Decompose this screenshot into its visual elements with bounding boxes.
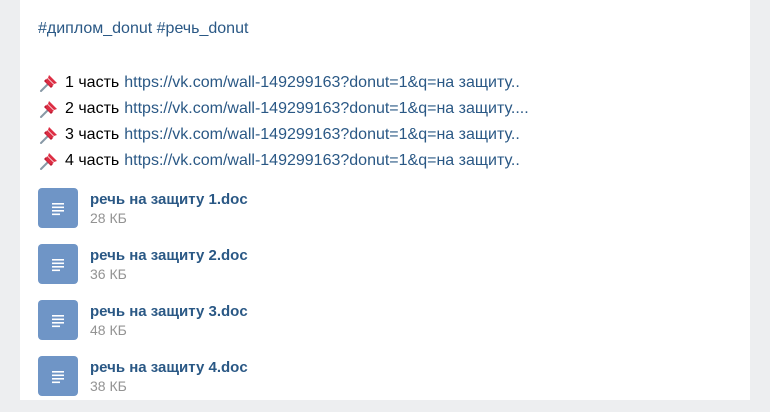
- document-name[interactable]: речь на защиту 2.doc: [90, 246, 248, 265]
- post-card: #диплом_donut #речь_donut 1 часть https:…: [20, 0, 750, 400]
- document-meta: речь на защиту 4.doc 38 КБ: [90, 356, 248, 396]
- part-link[interactable]: https://vk.com/wall-149299163?donut=1&q=…: [124, 100, 528, 118]
- hashtag-diplom[interactable]: #диплом_donut: [38, 20, 152, 37]
- part-label: 1 часть: [65, 74, 120, 91]
- part-label: 4 часть: [65, 152, 120, 169]
- document-name[interactable]: речь на защиту 4.doc: [90, 358, 248, 377]
- document-icon[interactable]: [38, 356, 78, 396]
- hashtag-rech[interactable]: #речь_donut: [157, 20, 249, 37]
- document-size: 28 КБ: [90, 210, 127, 226]
- document-name[interactable]: речь на защиту 1.doc: [90, 190, 248, 209]
- pushpin-icon: [40, 75, 57, 92]
- part-link[interactable]: https://vk.com/wall-149299163?donut=1&q=…: [124, 126, 520, 144]
- part-label: 3 часть: [65, 126, 120, 143]
- hashtags-line: #диплом_donut #речь_donut: [38, 19, 248, 39]
- document-meta: речь на защиту 3.doc 48 КБ: [90, 300, 248, 340]
- document-size: 48 КБ: [90, 322, 127, 338]
- document-name[interactable]: речь на защиту 3.doc: [90, 302, 248, 321]
- part-link[interactable]: https://vk.com/wall-149299163?donut=1&q=…: [124, 74, 520, 92]
- document-icon[interactable]: [38, 300, 78, 340]
- document-item[interactable]: речь на защиту 4.doc 38 КБ: [38, 356, 248, 412]
- attached-documents: речь на защиту 1.doc 28 КБ речь на защит…: [38, 188, 248, 412]
- pushpin-icon: [40, 127, 57, 144]
- document-item[interactable]: речь на защиту 1.doc 28 КБ: [38, 188, 248, 244]
- part-line-1: 1 часть https://vk.com/wall-149299163?do…: [38, 70, 529, 96]
- document-icon[interactable]: [38, 244, 78, 284]
- document-size: 38 КБ: [90, 378, 127, 394]
- document-item[interactable]: речь на защиту 3.doc 48 КБ: [38, 300, 248, 356]
- part-line-3: 3 часть https://vk.com/wall-149299163?do…: [38, 122, 529, 148]
- part-link[interactable]: https://vk.com/wall-149299163?donut=1&q=…: [124, 152, 520, 170]
- part-line-4: 4 часть https://vk.com/wall-149299163?do…: [38, 148, 529, 174]
- document-item[interactable]: речь на защиту 2.doc 36 КБ: [38, 244, 248, 300]
- document-size: 36 КБ: [90, 266, 127, 282]
- pushpin-icon: [40, 153, 57, 170]
- document-meta: речь на защиту 2.doc 36 КБ: [90, 244, 248, 284]
- pushpin-icon: [40, 101, 57, 118]
- document-meta: речь на защиту 1.doc 28 КБ: [90, 188, 248, 228]
- part-line-2: 2 часть https://vk.com/wall-149299163?do…: [38, 96, 529, 122]
- part-label: 2 часть: [65, 100, 120, 117]
- document-icon[interactable]: [38, 188, 78, 228]
- parts-list: 1 часть https://vk.com/wall-149299163?do…: [38, 70, 529, 174]
